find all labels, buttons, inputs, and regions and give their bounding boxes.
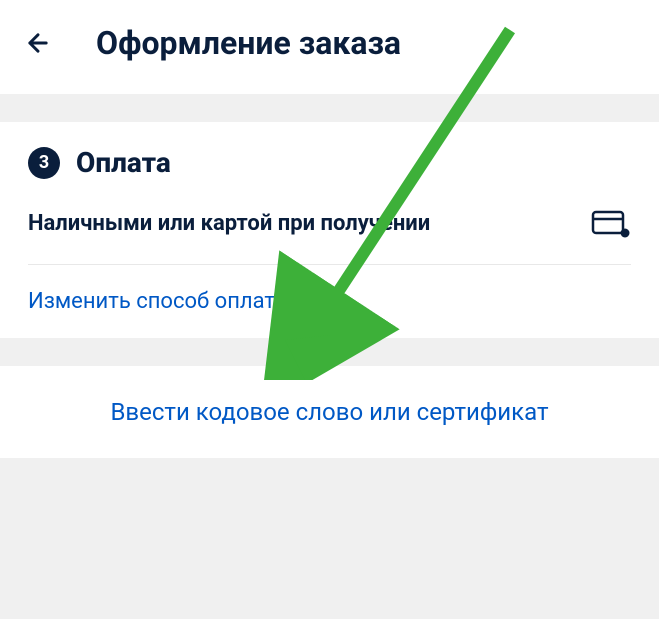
payment-section: 3 Оплата Наличными или картой при получе… [0, 122, 659, 338]
promo-section: Ввести кодовое слово или сертификат [0, 366, 659, 458]
back-button[interactable] [20, 25, 56, 61]
spacer [0, 338, 659, 366]
section-title: Оплата [76, 146, 171, 179]
spacer [0, 458, 659, 486]
section-header: 3 Оплата [28, 146, 631, 179]
card-icon [591, 209, 631, 239]
page-title: Оформление заказа [96, 24, 401, 62]
payment-method-label: Наличными или картой при получении [28, 207, 430, 240]
page-header: Оформление заказа [0, 0, 659, 94]
payment-method-row[interactable]: Наличными или картой при получении [28, 207, 631, 265]
step-badge: 3 [28, 147, 60, 179]
arrow-left-icon [24, 29, 52, 57]
change-payment-link[interactable]: Изменить способ оплаты [28, 265, 631, 314]
promo-code-link[interactable]: Ввести кодовое слово или сертификат [110, 398, 548, 426]
spacer [0, 94, 659, 122]
